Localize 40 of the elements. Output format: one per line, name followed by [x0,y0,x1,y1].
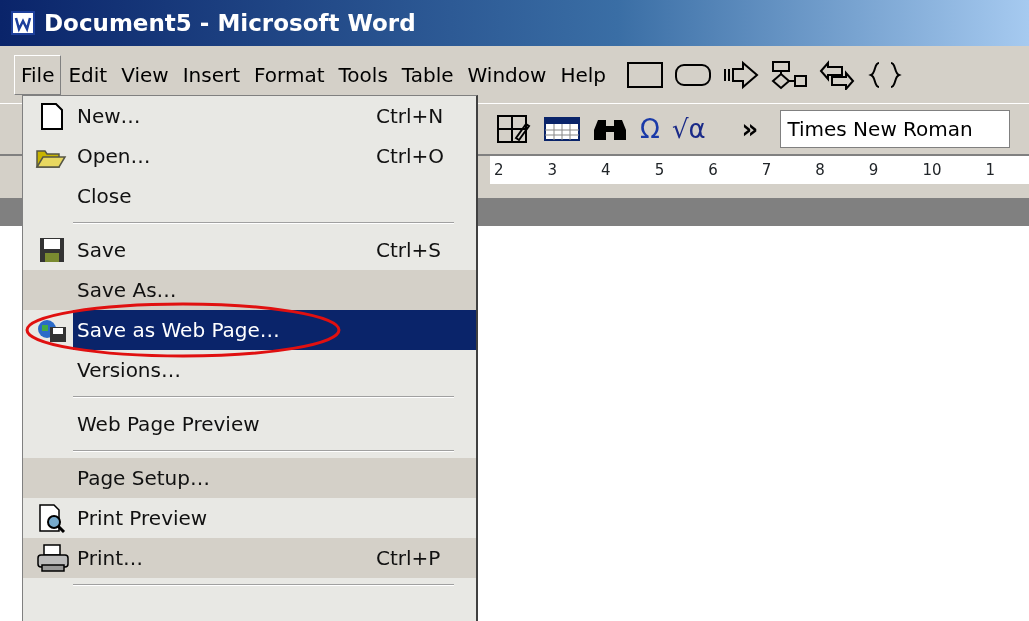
menu-bar-item[interactable]: Tools [331,54,395,95]
menu-bar-item[interactable]: Format [247,54,332,95]
menu-item[interactable]: Versions… [73,350,476,390]
ruler-number: 9 [868,159,879,181]
menu-item[interactable]: Save Ctrl+S [73,230,476,270]
menu-item[interactable]: New… Ctrl+N [73,96,476,136]
menu-item[interactable]: Page Setup… [73,458,476,498]
word-app-icon [10,10,36,36]
menu-bar-item[interactable]: View [114,54,176,95]
double-arrow-icon[interactable] [817,59,857,90]
table-icon[interactable] [542,114,582,144]
more-buttons-button[interactable]: » [735,116,765,142]
ruler-number: 7 [761,159,772,181]
equation-button[interactable]: √α [665,116,712,142]
menu-item[interactable]: Open… Ctrl+O [73,136,476,176]
ruler-number: 5 [654,159,665,181]
menu-item[interactable]: Print Preview [73,498,476,538]
symbol-button[interactable]: Ω [634,116,666,142]
arrow-icon[interactable] [721,59,761,90]
rectangle-icon[interactable] [625,59,665,90]
flowchart-icon[interactable] [769,59,809,90]
menu-item[interactable]: Close [73,176,476,216]
ruler-number: 4 [601,159,611,181]
ruler-number: 2 [494,159,504,181]
ruler-number: 8 [815,159,825,181]
menu-bar-item[interactable]: Help [553,54,613,95]
menu-bar-item[interactable]: Edit [61,54,115,95]
menu-item[interactable]: Save as Web Page… [73,310,476,350]
menu-bar-item[interactable]: File [14,54,62,95]
ruler-number: 10 [922,159,942,181]
window-title: Document5 - Microsoft Word [44,8,416,38]
menu-bar-item[interactable]: Table [394,54,461,95]
menu-item[interactable]: Save As… [73,270,476,310]
menu-bar-item[interactable]: Window [460,54,554,95]
ruler-number: 1 [985,159,995,181]
menu-item[interactable]: Web Page Preview [73,404,476,444]
ruler-number: 6 [708,159,718,181]
menu-bar-item[interactable]: Insert [175,54,248,95]
ruler-number: 3 [547,159,558,181]
menu-item[interactable]: Print… Ctrl+P [73,538,476,578]
